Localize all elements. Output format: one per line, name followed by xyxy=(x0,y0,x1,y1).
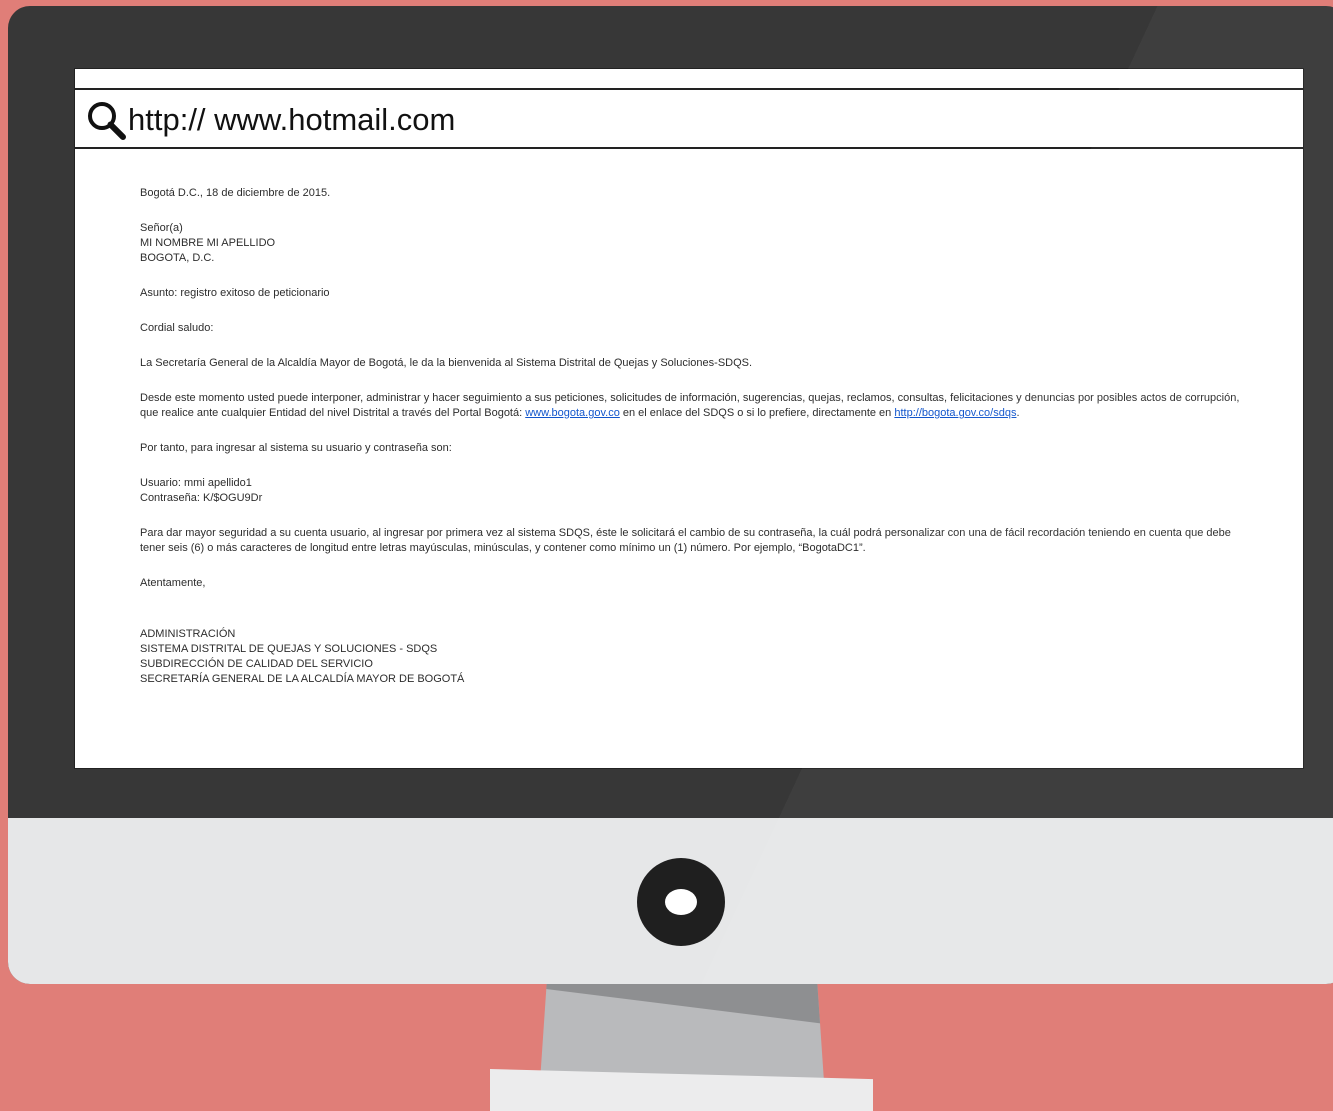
date-line: Bogotá D.C., 18 de diciembre de 2015. xyxy=(140,187,331,199)
password-line: Contraseña: K/$OGU9Dr xyxy=(140,492,263,504)
search-icon[interactable] xyxy=(85,98,129,142)
recipient-salutation: Señor(a) xyxy=(140,222,183,234)
signature-line: SUBDIRECCIÓN DE CALIDAD DEL SERVICIO xyxy=(140,658,373,670)
info-paragraph: Desde este momento usted puede interpone… xyxy=(140,391,1255,421)
subject-line: Asunto: registro exitoso de peticionario xyxy=(140,287,330,299)
info-text-2: en el enlace del SDQS o si lo prefiere, … xyxy=(619,407,895,419)
welcome-paragraph: La Secretaría General de la Alcaldía May… xyxy=(140,357,753,369)
signature-line: ADMINISTRACIÓN xyxy=(140,628,236,640)
email-body: Bogotá D.C., 18 de diciembre de 2015. Se… xyxy=(140,186,1255,687)
browser-window: http:// www.hotmail.com Bogotá D.C., 18 … xyxy=(74,68,1304,769)
greeting: Cordial saludo: xyxy=(140,322,214,334)
portal-link[interactable]: www.bogota.gov.co xyxy=(525,407,620,419)
closing: Atentamente, xyxy=(140,577,206,589)
security-note: Para dar mayor seguridad a su cuenta usu… xyxy=(140,527,1231,554)
signature-line: SISTEMA DISTRITAL DE QUEJAS Y SOLUCIONES… xyxy=(140,643,438,655)
username-line: Usuario: mmi apellido1 xyxy=(140,477,252,489)
url-text[interactable]: http:// www.hotmail.com xyxy=(128,100,455,140)
signature-line: SECRETARÍA GENERAL DE LA ALCALDÍA MAYOR … xyxy=(140,673,465,685)
info-text-3: . xyxy=(1016,407,1020,419)
sdqs-link[interactable]: http://bogota.gov.co/sdqs xyxy=(894,407,1016,419)
credentials-intro: Por tanto, para ingresar al sistema su u… xyxy=(140,442,452,454)
power-button[interactable] xyxy=(637,858,725,946)
recipient-name: MI NOMBRE MI APELLIDO xyxy=(140,237,276,249)
monitor-bezel: http:// www.hotmail.com Bogotá D.C., 18 … xyxy=(8,6,1333,984)
recipient-city: BOGOTA, D.C. xyxy=(140,252,215,264)
address-bar[interactable]: http:// www.hotmail.com xyxy=(75,88,1303,149)
